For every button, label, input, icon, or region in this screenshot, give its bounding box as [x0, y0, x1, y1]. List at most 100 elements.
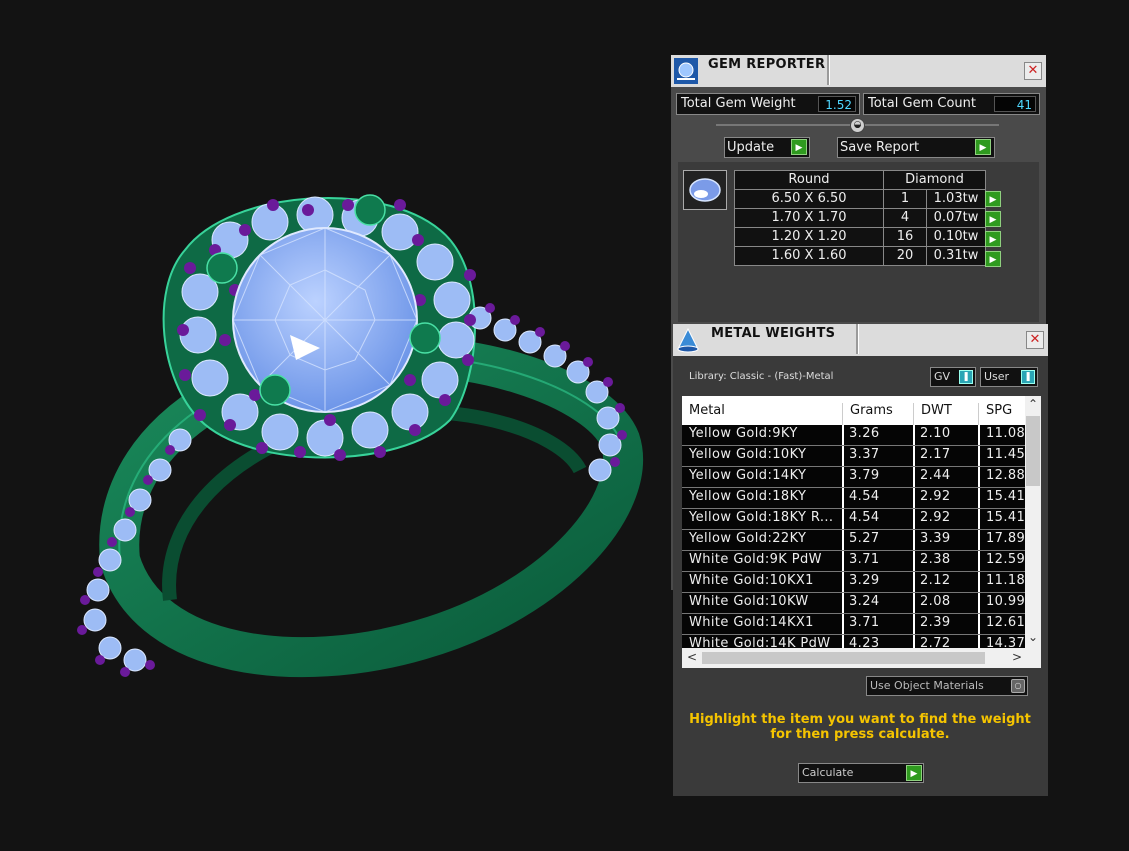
metal-grams: 3.71: [849, 552, 880, 567]
horizontal-scroll-thumb[interactable]: [702, 652, 985, 664]
gem-row[interactable]: 1.70 X 1.70 4 0.07tw: [734, 208, 986, 228]
total-gem-count-box: Total Gem Count 41: [863, 93, 1040, 115]
metal-grams: 4.54: [849, 489, 880, 504]
gem-weight: 0.07tw: [926, 208, 986, 228]
gem-table-header: Round Diamond: [734, 170, 986, 190]
gem-reporter-close-button[interactable]: ✕: [1024, 62, 1042, 80]
gem-table: Round Diamond 6.50 X 6.50 1 1.03tw 1.70 …: [734, 170, 986, 266]
metal-table-header: Metal Grams DWT SPG: [682, 396, 1025, 431]
col-dwt-header[interactable]: DWT: [921, 403, 952, 418]
gem-row[interactable]: 1.20 X 1.20 16 0.10tw: [734, 227, 986, 247]
gem-size: 1.70 X 1.70: [734, 208, 884, 228]
metal-row[interactable]: Yellow Gold:10KY 3.37 2.17 11.45: [682, 446, 1025, 467]
select-gem-row-2-button[interactable]: ▶: [985, 211, 1001, 227]
total-gem-weight-box: Total Gem Weight 1.52: [676, 93, 860, 115]
col-grams-header[interactable]: Grams: [850, 403, 893, 418]
metal-dwt: 2.39: [920, 615, 951, 630]
metal-row[interactable]: Yellow Gold:22KY 5.27 3.39 17.89: [682, 530, 1025, 551]
metal-spg: 10.99: [986, 594, 1026, 609]
metal-grams: 3.29: [849, 573, 880, 588]
metal-grams: 3.26: [849, 426, 880, 441]
metal-row[interactable]: White Gold:10KW 3.24 2.08 10.99: [682, 593, 1025, 614]
metal-name: Yellow Gold:10KY: [689, 447, 807, 462]
total-gem-weight-value: 1.52: [818, 96, 856, 112]
scroll-left-icon[interactable]: <: [687, 650, 697, 664]
round-diamond-icon: [689, 178, 721, 202]
col-spg-header[interactable]: SPG: [986, 403, 1012, 418]
metal-row[interactable]: White Gold:14KX1 3.71 2.39 12.61: [682, 614, 1025, 635]
update-button[interactable]: Update ▶: [724, 137, 810, 158]
gem-count: 1: [883, 189, 927, 209]
col-metal-header[interactable]: Metal: [689, 403, 725, 418]
select-gem-row-1-button[interactable]: ▶: [985, 191, 1001, 207]
metal-spg: 12.61: [986, 615, 1026, 630]
metal-name: Yellow Gold:22KY: [689, 531, 807, 546]
horizontal-scrollbar[interactable]: < >: [682, 648, 1041, 668]
metal-row[interactable]: White Gold:10KX1 3.29 2.12 11.18: [682, 572, 1025, 593]
toggle-indicator-icon: ❚: [1021, 370, 1035, 384]
metal-dwt: 2.44: [920, 468, 951, 483]
metal-row[interactable]: Yellow Gold:14KY 3.79 2.44 12.88: [682, 467, 1025, 488]
gv-toggle[interactable]: GV ❚: [930, 367, 976, 387]
gem-weight: 0.31tw: [926, 246, 986, 266]
round-gem-thumbnail: [683, 170, 727, 210]
use-object-materials-label: Use Object Materials: [870, 679, 984, 692]
gem-reporter-title: GEM REPORTER: [708, 57, 826, 72]
total-gem-count-value: 41: [994, 96, 1036, 112]
metal-name: Yellow Gold:18KY: [689, 489, 807, 504]
metal-name: Yellow Gold:9KY: [689, 426, 798, 441]
gem-row[interactable]: 6.50 X 6.50 1 1.03tw: [734, 189, 986, 209]
user-toggle[interactable]: User ❚: [980, 367, 1038, 387]
gem-report-icon: [674, 58, 698, 84]
3d-viewport[interactable]: [0, 0, 665, 847]
metal-spg: 15.41: [986, 489, 1026, 504]
metal-name: White Gold:10KX1: [689, 573, 814, 588]
metal-dwt: 2.92: [920, 510, 951, 525]
metal-weights-close-button[interactable]: ✕: [1026, 331, 1044, 349]
metal-grams: 5.27: [849, 531, 880, 546]
save-report-button-label: Save Report: [840, 140, 920, 155]
scroll-right-icon[interactable]: >: [1012, 650, 1022, 664]
gem-weight: 1.03tw: [926, 189, 986, 209]
play-arrow-icon: ▶: [906, 765, 922, 781]
scroll-up-icon[interactable]: ⌃: [1028, 397, 1038, 411]
gem-row[interactable]: 1.60 X 1.60 20 0.31tw: [734, 246, 986, 266]
calculate-button[interactable]: Calculate ▶: [798, 763, 924, 783]
gem-count: 16: [883, 227, 927, 247]
instruction-text: Highlight the item you want to find the …: [689, 712, 1031, 742]
vertical-scrollbar[interactable]: ⌃ ⌄: [1025, 396, 1041, 648]
ring-render: [77, 194, 643, 678]
metal-spg: 11.08: [986, 426, 1026, 441]
gem-count: 4: [883, 208, 927, 228]
play-arrow-icon: ▶: [791, 139, 807, 155]
total-gem-count-label: Total Gem Count: [868, 96, 976, 111]
use-object-materials-toggle[interactable]: Use Object Materials ○: [866, 676, 1028, 696]
metal-spg: 11.45: [986, 447, 1026, 462]
metal-spg: 12.88: [986, 468, 1026, 483]
scroll-down-icon[interactable]: ⌄: [1028, 630, 1038, 644]
update-button-label: Update: [727, 140, 775, 155]
metal-dwt: 2.38: [920, 552, 951, 567]
vertical-scroll-thumb[interactable]: [1026, 416, 1040, 486]
metal-row[interactable]: Yellow Gold:18KY R... 4.54 2.92 15.41: [682, 509, 1025, 530]
metal-row[interactable]: Yellow Gold:18KY 4.54 2.92 15.41: [682, 488, 1025, 509]
gem-size: 1.60 X 1.60: [734, 246, 884, 266]
metal-table[interactable]: Metal Grams DWT SPG Yellow Gold:9KY 3.26 2…: [682, 396, 1041, 668]
metal-name: Yellow Gold:14KY: [689, 468, 807, 483]
save-report-button[interactable]: Save Report ▶: [837, 137, 995, 158]
metal-row[interactable]: Yellow Gold:9KY 3.26 2.10 11.08: [682, 425, 1025, 446]
select-gem-row-3-button[interactable]: ▶: [985, 231, 1001, 247]
metal-rows: Yellow Gold:9KY 3.26 2.10 11.08 Yellow Gold…: [682, 425, 1025, 656]
metal-grams: 3.79: [849, 468, 880, 483]
select-gem-row-4-button[interactable]: ▶: [985, 251, 1001, 267]
metal-flask-icon: [677, 327, 699, 353]
gem-reporter-titlebar[interactable]: GEM REPORTER ✕: [671, 55, 1046, 87]
metal-dwt: 2.92: [920, 489, 951, 504]
panel-splitter-handle[interactable]: ◒: [850, 118, 865, 133]
radio-indicator-icon: ○: [1011, 679, 1025, 693]
metal-weights-titlebar[interactable]: METAL WEIGHTS ✕: [673, 324, 1048, 356]
metal-dwt: 2.10: [920, 426, 951, 441]
calculate-button-label: Calculate: [802, 766, 854, 779]
metal-row[interactable]: White Gold:9K PdW 3.71 2.38 12.59: [682, 551, 1025, 572]
titlebar-divider: [827, 55, 830, 85]
